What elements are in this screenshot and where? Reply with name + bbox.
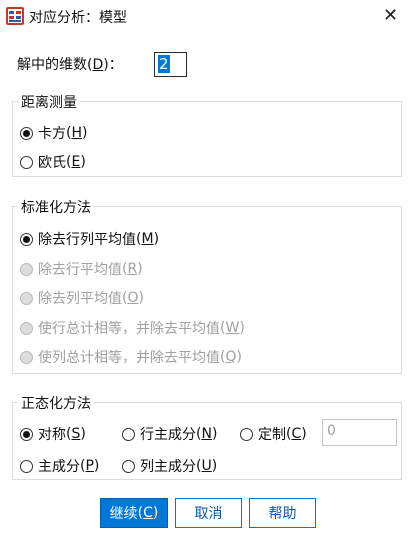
- radio-unchecked-icon: [20, 459, 33, 473]
- radio-disabled-icon: [20, 262, 33, 276]
- radio-custom[interactable]: 定制(C): [240, 424, 307, 444]
- radio-equalize-col-totals[interactable]: 使列总计相等，并除去平均值(Q): [20, 347, 242, 367]
- radio-checked-icon: [20, 126, 33, 140]
- radio-disabled-icon: [20, 321, 33, 335]
- title-bar: 对应分析：模型 ✕: [0, 0, 411, 32]
- radio-unchecked-icon: [122, 427, 135, 441]
- radio-remove-row-means[interactable]: 除去行平均值(R): [20, 259, 143, 279]
- continue-button[interactable]: 继续(C): [100, 498, 168, 528]
- radio-remove-col-means[interactable]: 除去列平均值(O): [20, 288, 144, 308]
- dimensions-label: 解中的维数(D)：: [17, 57, 123, 73]
- custom-value-input[interactable]: 0: [322, 419, 397, 446]
- radio-row-principal[interactable]: 行主成分(N): [122, 424, 217, 444]
- dimensions-input[interactable]: 2: [154, 52, 187, 77]
- radio-chi-square[interactable]: 卡方(H): [20, 123, 87, 143]
- distance-measure-title: 距离测量: [18, 92, 80, 112]
- normalization-title: 正态化方法: [18, 393, 94, 413]
- radio-symmetric[interactable]: 对称(S): [20, 424, 86, 444]
- radio-unchecked-icon: [122, 459, 135, 473]
- cancel-button[interactable]: 取消: [175, 498, 242, 528]
- radio-unchecked-icon: [20, 155, 33, 169]
- radio-unchecked-icon: [240, 427, 253, 441]
- radio-principal[interactable]: 主成分(P): [20, 456, 99, 476]
- radio-euclidean[interactable]: 欧氏(E): [20, 152, 86, 172]
- dimensions-value: 2: [158, 55, 170, 73]
- radio-checked-icon: [20, 427, 33, 441]
- app-icon: [6, 7, 24, 25]
- radio-checked-icon: [20, 232, 33, 246]
- standardization-title: 标准化方法: [18, 197, 94, 217]
- window-title: 对应分析：模型: [29, 10, 127, 26]
- radio-equalize-row-totals[interactable]: 使行总计相等，并除去平均值(W): [20, 318, 245, 338]
- radio-disabled-icon: [20, 291, 33, 305]
- radio-disabled-icon: [20, 350, 33, 364]
- radio-column-principal[interactable]: 列主成分(U): [122, 456, 217, 476]
- close-icon[interactable]: ✕: [370, 0, 411, 32]
- help-button[interactable]: 帮助: [249, 498, 316, 528]
- radio-remove-row-col-means[interactable]: 除去行列平均值(M): [20, 229, 159, 249]
